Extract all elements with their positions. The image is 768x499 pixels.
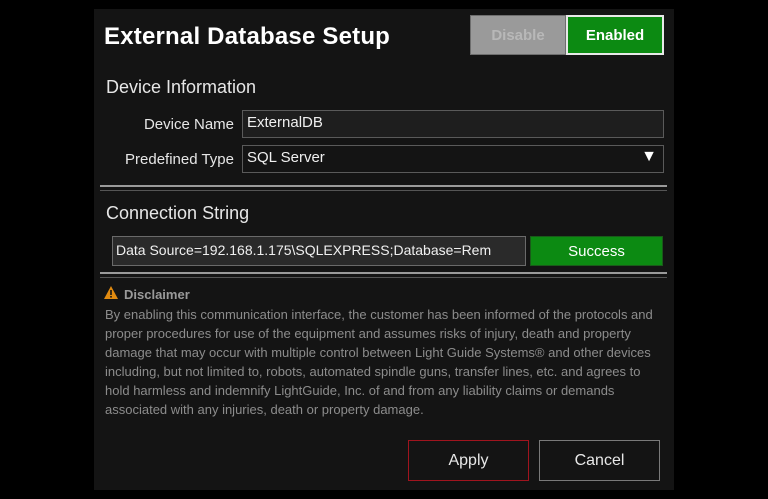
section-divider-shadow <box>100 277 667 278</box>
cancel-button[interactable]: Cancel <box>539 440 660 481</box>
device-information-heading: Device Information <box>106 77 257 97</box>
disclaimer-text: By enabling this communication interface… <box>105 307 653 417</box>
predefined-type-label: Predefined Type <box>125 151 234 168</box>
disclaimer-header: Disclaimer <box>104 286 190 302</box>
connection-string-input[interactable]: Data Source=192.168.1.175\SQLEXPRESS;Dat… <box>112 236 526 266</box>
connection-status-button[interactable]: Success <box>530 236 663 266</box>
section-divider <box>100 272 667 274</box>
connection-string-heading: Connection String <box>106 203 250 223</box>
predefined-type-value: SQL Server <box>247 149 325 166</box>
disable-toggle-button[interactable]: Disable <box>470 15 566 55</box>
section-divider-shadow <box>100 190 667 191</box>
external-database-dialog: External Database Setup Disable Enabled … <box>94 9 674 490</box>
disclaimer-title: Disclaimer <box>124 286 190 302</box>
section-divider <box>100 185 667 187</box>
device-name-input[interactable]: ExternalDB <box>242 110 664 138</box>
dialog-title: External Database Setup <box>104 23 391 50</box>
predefined-type-select[interactable]: SQL Server ▼ <box>242 145 664 173</box>
enabled-toggle-button[interactable]: Enabled <box>566 15 664 55</box>
warning-icon <box>104 286 118 302</box>
device-name-label: Device Name <box>143 116 234 133</box>
chevron-down-icon[interactable]: ▼ <box>641 148 657 166</box>
apply-button[interactable]: Apply <box>408 440 529 481</box>
